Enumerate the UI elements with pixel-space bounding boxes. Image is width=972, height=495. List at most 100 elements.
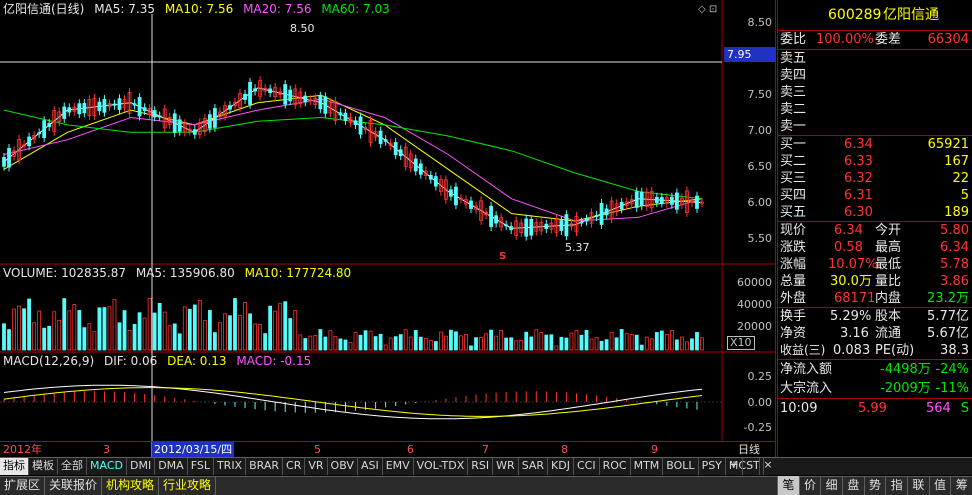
flow-block: 净流入额 -4498万 -24% 大宗流入 -2009万 -11% — [778, 359, 972, 398]
month-label: 5 — [314, 443, 321, 456]
tab-extension[interactable]: 扩展区 — [0, 477, 46, 495]
volume-bar — [524, 331, 529, 351]
tab-emv[interactable]: EMV — [383, 458, 414, 475]
candle-body — [283, 84, 288, 105]
price-tick: 6.00 — [747, 196, 773, 209]
tab-ticks[interactable]: 笔 — [777, 476, 799, 495]
stat-label: PE(动) — [875, 343, 915, 358]
volume-bar — [303, 338, 308, 351]
candle-body — [584, 218, 589, 222]
volume-bar — [644, 336, 649, 351]
volume-bar — [182, 306, 187, 351]
candle-body — [398, 149, 403, 157]
flow-value: -4498万 — [880, 362, 931, 377]
candle-body — [428, 174, 433, 180]
tab-trix[interactable]: TRIX — [214, 458, 247, 475]
candle-body — [639, 191, 644, 207]
tab-rsi[interactable]: RSI — [468, 458, 494, 475]
tab-chips[interactable]: 筹 — [950, 476, 972, 495]
tab-all[interactable]: 全部 — [58, 458, 87, 475]
volume-bar — [629, 333, 634, 351]
tab-orderbook[interactable]: 盘 — [842, 476, 864, 495]
flow-label: 净流入额 — [780, 362, 833, 377]
sell-row: 卖二 — [778, 101, 972, 118]
volume-bar — [454, 331, 458, 351]
tab-template[interactable]: 模板 — [29, 458, 58, 475]
stat-row: 外盘 68171 内盘 23.2万 — [778, 290, 972, 307]
tab-cci[interactable]: CCI — [574, 458, 600, 475]
tab-brar[interactable]: BRAR — [246, 458, 284, 475]
period-label: 日线 — [738, 443, 760, 456]
candle-body — [544, 223, 549, 229]
tab-related-quotes[interactable]: 关联报价 — [45, 477, 103, 495]
sell-label: 卖二 — [780, 102, 807, 117]
tab-linked[interactable]: 联 — [907, 476, 929, 495]
stock-name: 亿阳信通 — [883, 7, 939, 23]
tab-detail[interactable]: 细 — [820, 476, 842, 495]
zoom-out-button[interactable]: - — [742, 458, 759, 475]
tab-macd[interactable]: MACD — [87, 458, 127, 475]
close-button[interactable]: × — [759, 458, 776, 475]
tab-indicator[interactable]: 指标 — [0, 458, 29, 475]
tab-roc[interactable]: ROC — [600, 458, 631, 475]
candle-body — [323, 96, 328, 114]
tab-trend[interactable]: 势 — [863, 476, 886, 495]
volume-bar — [77, 310, 82, 351]
volume-bar — [659, 330, 664, 351]
flow-pct: -24% — [935, 362, 969, 377]
tab-price[interactable]: 价 — [798, 476, 821, 495]
stat-value: 0.083 — [833, 343, 871, 358]
expand-icon[interactable]: ◇ ⊡ — [698, 4, 717, 15]
chart-canvas[interactable] — [0, 0, 776, 457]
volume-bar — [238, 314, 242, 351]
volume-bar — [57, 319, 62, 351]
tab-index[interactable]: 指 — [885, 476, 907, 495]
tab-sar[interactable]: SAR — [519, 458, 549, 475]
candle-body — [102, 98, 107, 113]
buy-price: 6.31 — [844, 188, 873, 203]
tab-institution-strategy[interactable]: 机构攻略 — [102, 477, 160, 495]
tab-value[interactable]: 值 — [928, 476, 951, 495]
volume-bar — [147, 298, 152, 351]
tab-psy[interactable]: PSY — [699, 458, 726, 475]
tab-industry-strategy[interactable]: 行业攻略 — [159, 477, 217, 495]
tab-vol-tdx[interactable]: VOL-TDX — [414, 458, 469, 475]
tab-fsl[interactable]: FSL — [188, 458, 214, 475]
tab-cr[interactable]: CR — [283, 458, 306, 475]
candle-body — [559, 220, 564, 231]
price-tick: 7.50 — [747, 88, 773, 101]
kline-chart[interactable]: 亿阳信通(日线) MA5: 7.35 MA10: 7.56 MA20: 7.56… — [0, 0, 776, 457]
tab-dma[interactable]: DMA — [155, 458, 188, 475]
volume-bar — [539, 332, 544, 351]
quote-panel: 600289 亿阳信通 委比 100.00% 委差 66304 卖五 卖四 卖三… — [777, 0, 972, 457]
volume-bar — [142, 317, 147, 351]
volume-bar — [177, 333, 182, 351]
tab-wr[interactable]: WR — [493, 458, 519, 475]
zoom-in-button[interactable]: + — [725, 458, 742, 475]
tab-kdj[interactable]: KDJ — [548, 458, 574, 475]
candle-body — [2, 157, 6, 167]
month-label: 9 — [651, 443, 658, 456]
volume-bar — [639, 344, 644, 351]
candle-body — [172, 113, 177, 133]
tab-mtm[interactable]: MTM — [631, 458, 664, 475]
volume-bar — [464, 334, 468, 351]
volume-bar — [197, 300, 202, 351]
volume-bar — [253, 323, 257, 351]
flow-value: -2009万 — [880, 381, 931, 396]
tab-boll[interactable]: BOLL — [663, 458, 699, 475]
stat-label: 收益(三) — [780, 343, 826, 357]
volume-unit: X10 — [727, 336, 755, 350]
candle-body — [112, 103, 117, 106]
volume-bar — [67, 310, 72, 351]
stat-label: 流通 — [875, 326, 902, 341]
tab-dmi[interactable]: DMI — [127, 458, 156, 475]
tab-obv[interactable]: OBV — [328, 458, 358, 475]
stat-label: 总量 — [780, 274, 807, 289]
high-annotation: 8.50 — [290, 22, 315, 35]
tab-asi[interactable]: ASI — [358, 458, 383, 475]
volume-bar — [599, 340, 604, 351]
volume-bar — [192, 304, 197, 351]
tab-vr[interactable]: VR — [305, 458, 328, 475]
volume-bar — [223, 313, 227, 351]
